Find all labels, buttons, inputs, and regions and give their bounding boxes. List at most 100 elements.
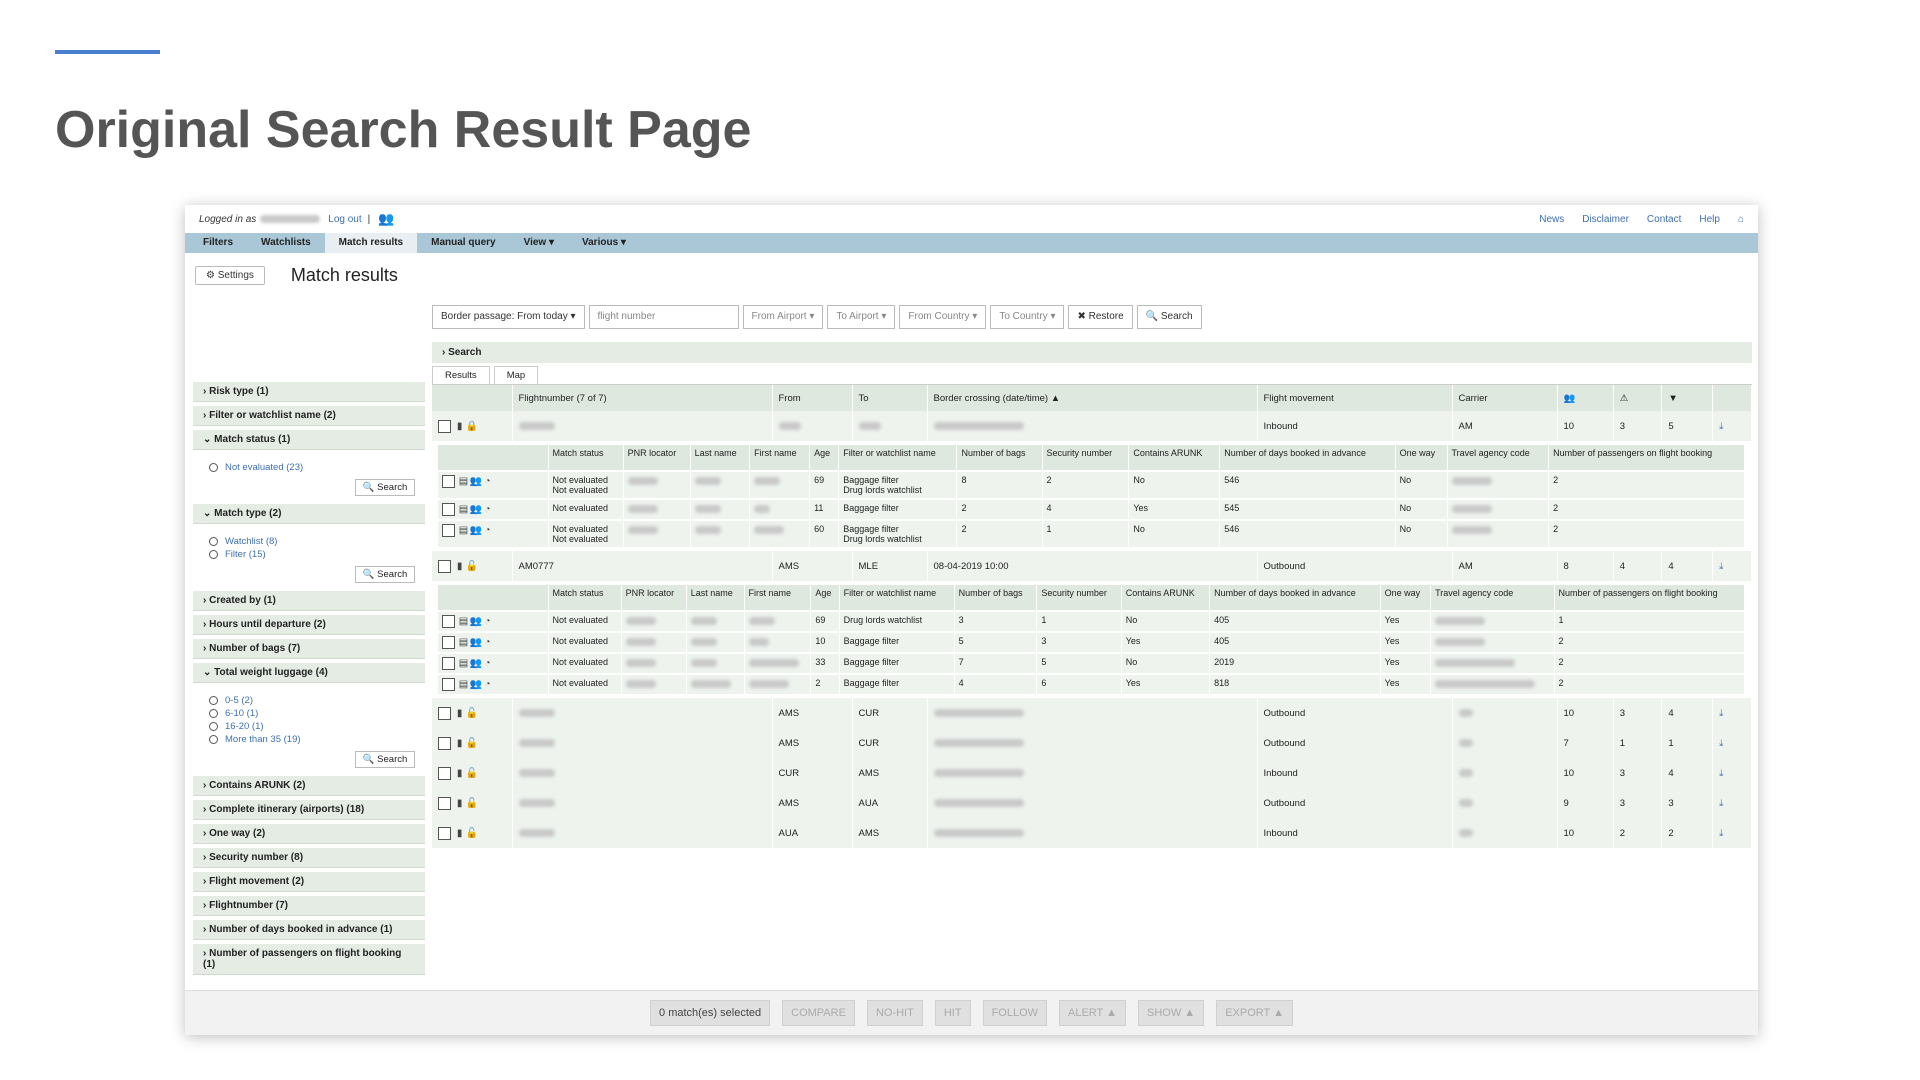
chart-icon[interactable]: ▮ <box>454 421 466 432</box>
table-row[interactable]: ▮ 🔓 AMS AUA Outbound 9 3 3 ⤓ <box>432 788 1752 818</box>
settings-button[interactable]: ⚙ Settings <box>195 266 265 285</box>
facet-hours[interactable]: › Hours until departure (2) <box>193 615 425 635</box>
tab-map[interactable]: Map <box>493 366 539 384</box>
from-country-select[interactable]: From Country ▾ <box>899 305 987 329</box>
restore-button[interactable]: ✖ Restore <box>1068 305 1133 329</box>
row-checkbox[interactable] <box>442 503 455 516</box>
download-icon[interactable]: ⤓ <box>1712 728 1752 758</box>
show-button[interactable]: SHOW ▲ <box>1138 1000 1205 1026</box>
flight-number-input[interactable]: flight number <box>588 305 739 329</box>
news-link[interactable]: News <box>1539 214 1564 225</box>
table-row[interactable]: ▮ 🔓 AMS CUR Outbound 7 1 1 ⤓ <box>432 728 1752 758</box>
col-carrier[interactable]: Carrier <box>1452 385 1558 411</box>
nav-various[interactable]: Various ▾ <box>568 233 640 253</box>
download-icon[interactable]: ⤓ <box>1712 758 1752 788</box>
col-border-crossing[interactable]: Border crossing (date/time) ▲ <box>927 385 1258 411</box>
from-airport-select[interactable]: From Airport ▾ <box>742 305 824 329</box>
nav-filters[interactable]: Filters <box>189 233 247 253</box>
people-icon[interactable]: 👥 <box>470 525 482 536</box>
compare-button[interactable]: COMPARE <box>782 1000 855 1026</box>
row-checkbox[interactable] <box>442 657 455 670</box>
download-icon[interactable]: ⤓ <box>1712 788 1752 818</box>
download-icon[interactable]: ⤓ <box>1712 818 1752 848</box>
row-checkbox[interactable] <box>442 615 455 628</box>
export-button[interactable]: EXPORT ▲ <box>1216 1000 1293 1026</box>
nav-match-results[interactable]: Match results <box>324 233 418 253</box>
logout-link[interactable]: Log out <box>328 214 361 225</box>
facet-search-button[interactable]: 🔍 Search <box>355 566 415 583</box>
match-row[interactable]: ▤👥 ◔ Not evaluated Not evaluated 69 Baggage… <box>438 470 1745 499</box>
hit-button[interactable]: HIT <box>934 1000 971 1026</box>
facet-search-button[interactable]: 🔍 Search <box>355 479 415 496</box>
folder-icon[interactable]: ▤ <box>458 504 470 515</box>
people-icon[interactable]: 👥 <box>470 504 482 515</box>
option-weight[interactable]: 6-10 (1) <box>209 708 415 719</box>
search-section[interactable]: › Search <box>432 342 1752 363</box>
option-not-evaluated[interactable]: Not evaluated (23) <box>209 462 415 473</box>
folder-icon[interactable]: ▤ <box>458 476 470 487</box>
pie-icon[interactable]: ◔ <box>482 476 494 487</box>
facet-movement[interactable]: › Flight movement (2) <box>193 872 425 892</box>
row-checkbox[interactable] <box>438 736 451 750</box>
facet-match-status[interactable]: ⌄ Match status (1) <box>193 430 425 450</box>
alert-button[interactable]: ALERT ▲ <box>1059 1000 1127 1026</box>
folder-icon[interactable]: ▤ <box>458 525 470 536</box>
to-airport-select[interactable]: To Airport ▾ <box>827 305 896 329</box>
table-row[interactable]: ▮ 🔓 AUA AMS Inbound 10 2 2 ⤓ <box>432 818 1752 848</box>
facet-created-by[interactable]: › Created by (1) <box>193 591 425 611</box>
option-filter[interactable]: Filter (15) <box>209 549 415 560</box>
row-checkbox[interactable] <box>442 636 455 649</box>
table-row[interactable]: ▮ 🔓 CUR AMS Inbound 10 3 4 ⤓ <box>432 758 1752 788</box>
match-row[interactable]: ▤👥 ◔ Not evaluated Not evaluated 60 Baggage… <box>438 519 1745 547</box>
pie-icon[interactable]: ◔ <box>482 504 494 515</box>
col-movement[interactable]: Flight movement <box>1257 385 1453 411</box>
match-row[interactable]: ▤👥 ◔ Not evaluated 2 Baggage filter 4 6 Yes 818… <box>438 673 1746 694</box>
match-row[interactable]: ▤👥 ◔ Not evaluated 10 Baggage filter 5 3 Yes 40… <box>438 631 1746 653</box>
row-checkbox[interactable] <box>438 766 451 780</box>
tab-results[interactable]: Results <box>432 366 490 384</box>
option-weight[interactable]: 16-20 (1) <box>209 721 415 732</box>
match-row[interactable]: ▤👥 ◔ Not evaluated 11 Baggage filter 2 4 Yes 54… <box>438 498 1745 520</box>
follow-button[interactable]: FOLLOW <box>982 1000 1048 1026</box>
option-watchlist[interactable]: Watchlist (8) <box>209 536 415 547</box>
pie-icon[interactable]: ◔ <box>482 525 494 536</box>
disclaimer-link[interactable]: Disclaimer <box>1582 214 1629 225</box>
option-weight[interactable]: 0-5 (2) <box>209 695 415 706</box>
row-checkbox[interactable] <box>438 796 451 810</box>
row-checkbox[interactable] <box>438 419 451 433</box>
table-row[interactable]: ▮ 🔓 AM0777 AMS MLE 08-04-2019 10:00 Outbo… <box>432 551 1752 581</box>
facet-days[interactable]: › Number of days booked in advance (1) <box>193 920 425 940</box>
contact-link[interactable]: Contact <box>1647 214 1681 225</box>
facet-security[interactable]: › Security number (8) <box>193 848 425 868</box>
match-row[interactable]: ▤👥 ◔ Not evaluated 69 Drug lords watchlist 3… <box>438 610 1746 632</box>
table-row[interactable]: ▮ 🔓 AMS CUR Outbound 10 3 4 ⤓ <box>432 698 1752 728</box>
nav-watchlists[interactable]: Watchlists <box>247 233 325 253</box>
download-icon[interactable]: ⤓ <box>1712 551 1752 581</box>
facet-match-type[interactable]: ⌄ Match type (2) <box>193 504 425 524</box>
facet-flightnumber[interactable]: › Flightnumber (7) <box>193 896 425 916</box>
row-checkbox[interactable] <box>438 706 451 720</box>
col-to[interactable]: To <box>852 385 928 411</box>
col-flightnumber[interactable]: Flightnumber (7 of 7) <box>512 385 773 411</box>
people-icon[interactable]: 👥 <box>470 476 482 487</box>
facet-filter-name[interactable]: › Filter or watchlist name (2) <box>193 406 425 426</box>
nav-view[interactable]: View ▾ <box>510 233 568 253</box>
border-passage-select[interactable]: Border passage: From today ▾ <box>432 305 585 329</box>
facet-passengers[interactable]: › Number of passengers on flight booking… <box>193 944 425 975</box>
download-icon[interactable]: ⤓ <box>1712 411 1752 441</box>
facet-arunk[interactable]: › Contains ARUNK (2) <box>193 776 425 796</box>
row-checkbox[interactable] <box>438 826 451 840</box>
help-link[interactable]: Help <box>1699 214 1720 225</box>
facet-risk-type[interactable]: › Risk type (1) <box>193 382 425 402</box>
option-weight[interactable]: More than 35 (19) <box>209 734 415 745</box>
match-row[interactable]: ▤👥 ◔ Not evaluated 33 Baggage filter 7 5 No 201… <box>438 652 1746 674</box>
to-country-select[interactable]: To Country ▾ <box>990 305 1065 329</box>
row-checkbox[interactable] <box>442 524 455 537</box>
col-from[interactable]: From <box>772 385 853 411</box>
search-button[interactable]: 🔍 Search <box>1136 305 1202 329</box>
row-checkbox[interactable] <box>442 475 455 488</box>
facet-bags[interactable]: › Number of bags (7) <box>193 639 425 659</box>
users-icon[interactable]: 👥 <box>378 211 394 227</box>
nav-manual-query[interactable]: Manual query <box>417 233 509 253</box>
facet-search-button[interactable]: 🔍 Search <box>355 751 415 768</box>
